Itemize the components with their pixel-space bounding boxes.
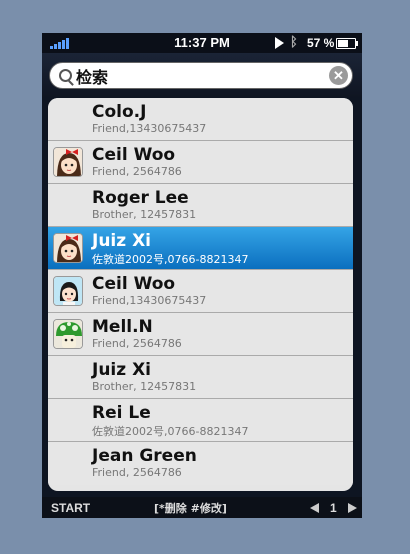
contact-name: Juiz Xi bbox=[92, 360, 152, 380]
contact-name: Ceil Woo bbox=[92, 145, 176, 165]
contact-row[interactable]: Mell.N Friend, 2564786 bbox=[48, 313, 353, 356]
clear-search-button[interactable]: ✕ bbox=[329, 66, 348, 85]
contact-row[interactable]: Colo.J Friend,13430675437 bbox=[48, 98, 353, 141]
contact-detail: Friend,13430675437 bbox=[92, 122, 207, 135]
contact-name: Jean Green bbox=[92, 446, 197, 466]
prev-page-icon[interactable] bbox=[310, 503, 319, 513]
battery-percent: 57 % bbox=[307, 36, 335, 50]
contact-detail: Brother, 12457831 bbox=[92, 380, 197, 393]
status-bar: 11:37 PM ᛒ 57 % bbox=[42, 33, 362, 53]
contact-list[interactable]: Colo.J Friend,13430675437 Ceil Woo Frien… bbox=[48, 98, 353, 491]
green-mushroom-avatar-icon bbox=[53, 319, 83, 349]
bluetooth-icon: ᛒ bbox=[290, 34, 298, 49]
contact-detail: Brother, 12457831 bbox=[92, 208, 197, 221]
search-icon bbox=[59, 69, 72, 82]
contact-detail: Friend, 2564786 bbox=[92, 337, 182, 350]
contact-row[interactable]: Ceil Woo Friend, 2564786 bbox=[48, 141, 353, 184]
girl-red-bow-avatar-icon bbox=[53, 147, 83, 177]
battery-icon bbox=[336, 38, 358, 49]
contact-detail: 佐敦道2002号,0766-8821347 bbox=[92, 253, 249, 266]
contact-name: Rei Le bbox=[92, 403, 151, 423]
contact-name: Juiz Xi bbox=[92, 231, 152, 251]
search-bar: ✕ bbox=[42, 53, 362, 97]
next-page-icon[interactable] bbox=[348, 503, 357, 513]
contact-name: Mell.N bbox=[92, 317, 153, 337]
contact-name: Colo.J bbox=[92, 102, 147, 122]
contact-name: Ceil Woo bbox=[92, 274, 176, 294]
contact-detail: Friend, 2564786 bbox=[92, 466, 182, 479]
contact-row[interactable]: Roger Lee Brother, 12457831 bbox=[48, 184, 353, 227]
contact-row[interactable]: Jean Green Friend, 2564786 bbox=[48, 442, 353, 485]
page-number: 1 bbox=[330, 501, 337, 515]
start-button[interactable]: START bbox=[51, 501, 90, 515]
contact-row[interactable]: Juiz Xi Brother, 12457831 bbox=[48, 356, 353, 399]
contact-detail: Friend,13430675437 bbox=[92, 294, 207, 307]
bottom-bar: START [*删除 #修改] 1 bbox=[42, 497, 362, 518]
contact-detail: 佐敦道2002号,0766-8821347 bbox=[92, 425, 249, 438]
actions-hint: [*删除 #修改] bbox=[154, 502, 227, 515]
search-field[interactable]: ✕ bbox=[49, 62, 353, 89]
phone-screen: 11:37 PM ᛒ 57 % ✕ Colo.J Friend,13430675… bbox=[42, 33, 362, 518]
girl-black-hair-avatar-icon bbox=[53, 276, 83, 306]
girl-red-bow-avatar-icon bbox=[53, 233, 83, 263]
contact-detail: Friend, 2564786 bbox=[92, 165, 182, 178]
contact-row[interactable]: Rei Le 佐敦道2002号,0766-8821347 bbox=[48, 399, 353, 442]
contact-name: Roger Lee bbox=[92, 188, 189, 208]
contact-row[interactable]: Ceil Woo Friend,13430675437 bbox=[48, 270, 353, 313]
contact-row-selected[interactable]: Juiz Xi 佐敦道2002号,0766-8821347 bbox=[48, 227, 353, 270]
search-input[interactable] bbox=[76, 66, 316, 86]
play-icon bbox=[275, 37, 284, 49]
